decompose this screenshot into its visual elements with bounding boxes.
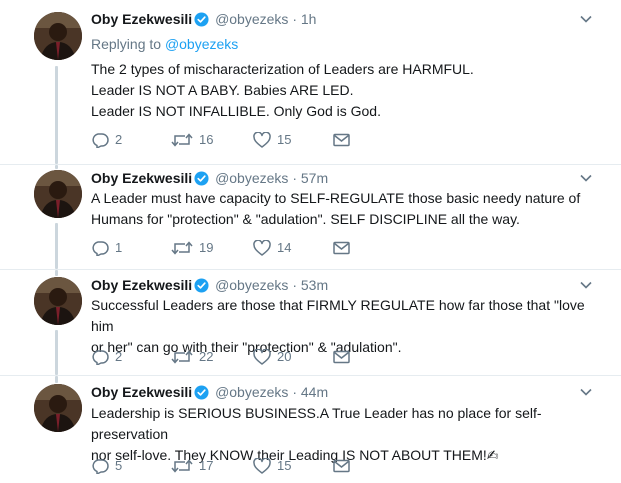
reply-count: 2: [115, 349, 123, 364]
author-name[interactable]: Oby Ezekwesili: [91, 277, 192, 293]
author-handle[interactable]: @obyezeks: [215, 384, 288, 400]
direct-message-button[interactable]: [333, 456, 350, 476]
tweet-text-line: The 2 types of mischaracterization of Le…: [91, 61, 474, 77]
reply-icon: [91, 240, 109, 256]
author-name[interactable]: Oby Ezekwesili: [91, 170, 192, 186]
tweet[interactable]: Oby Ezekwesili @obyezeks · 44m Leadershi…: [0, 376, 621, 483]
thread-connector: [55, 376, 58, 383]
tweet-text-line: Leader IS NOT INFALLIBLE. Only God is Go…: [91, 103, 381, 119]
tweet-text-line: Humans for "protection" & "adulation". S…: [91, 211, 520, 227]
verified-badge-icon: [194, 12, 209, 32]
timestamp[interactable]: 44m: [301, 384, 328, 400]
direct-message-button[interactable]: [333, 130, 350, 150]
retweet-count: 16: [199, 132, 214, 147]
tweet[interactable]: Oby Ezekwesili @obyezeks · 1h Replying t…: [0, 0, 621, 164]
retweet-button[interactable]: 22: [171, 347, 213, 367]
envelope-icon: [333, 241, 350, 255]
retweet-icon: [171, 349, 193, 365]
retweet-icon: [171, 458, 193, 474]
tweet-header: Oby Ezekwesili @obyezeks · 57m: [91, 168, 601, 188]
separator-dot: ·: [292, 277, 297, 293]
envelope-icon: [333, 133, 350, 147]
retweet-button[interactable]: 19: [171, 238, 213, 258]
verified-badge-icon: [194, 385, 209, 405]
retweet-count: 19: [199, 240, 214, 255]
retweet-icon: [171, 132, 193, 148]
like-button[interactable]: 15: [253, 130, 291, 150]
heart-icon: [253, 458, 271, 474]
retweet-count: 22: [199, 349, 214, 364]
avatar[interactable]: [34, 277, 82, 325]
tweet-text-line: Successful Leaders are those that FIRMLY…: [91, 297, 585, 334]
heart-icon: [253, 132, 271, 148]
like-count: 15: [277, 132, 292, 147]
chevron-down-icon[interactable]: [579, 385, 593, 399]
reply-button[interactable]: 5: [91, 456, 122, 476]
tweet-header: Oby Ezekwesili @obyezeks · 44m: [91, 382, 601, 402]
author-name[interactable]: Oby Ezekwesili: [91, 384, 192, 400]
chevron-down-icon[interactable]: [579, 171, 593, 185]
envelope-icon: [333, 350, 350, 364]
reply-count: 1: [115, 240, 123, 255]
author-handle[interactable]: @obyezeks: [215, 277, 288, 293]
like-count: 20: [277, 349, 292, 364]
like-button[interactable]: 14: [253, 238, 291, 258]
tweet[interactable]: Oby Ezekwesili @obyezeks · 53m Successfu…: [0, 270, 621, 375]
reply-icon: [91, 132, 109, 148]
chevron-down-icon[interactable]: [579, 278, 593, 292]
thread-connector: [55, 223, 58, 269]
heart-icon: [253, 349, 271, 365]
like-count: 14: [277, 240, 292, 255]
author-handle[interactable]: @obyezeks: [215, 11, 288, 27]
avatar[interactable]: [34, 12, 82, 60]
replying-to-handle-link[interactable]: @obyezeks: [165, 36, 238, 52]
direct-message-button[interactable]: [333, 238, 350, 258]
reply-icon: [91, 349, 109, 365]
like-button[interactable]: 20: [253, 347, 291, 367]
reply-button[interactable]: 2: [91, 347, 122, 367]
heart-icon: [253, 240, 271, 256]
thread-connector: [55, 66, 58, 164]
separator-dot: ·: [292, 170, 297, 186]
separator-dot: ·: [292, 384, 297, 400]
tweet-thread: Oby Ezekwesili @obyezeks · 1h Replying t…: [0, 0, 621, 483]
author-name[interactable]: Oby Ezekwesili: [91, 11, 192, 27]
tweet-header: Oby Ezekwesili @obyezeks · 53m: [91, 275, 601, 295]
tweet-text: A Leader must have capacity to SELF-REGU…: [91, 188, 601, 230]
tweet-text-line: Leadership is SERIOUS BUSINESS.A True Le…: [91, 405, 542, 442]
reply-button[interactable]: 2: [91, 130, 122, 150]
tweet[interactable]: Oby Ezekwesili @obyezeks · 57m A Leader …: [0, 165, 621, 269]
tweet-text-line: Leader IS NOT A BABY. Babies ARE LED.: [91, 82, 354, 98]
replying-to-label: Replying to: [91, 36, 162, 52]
chevron-down-icon[interactable]: [579, 12, 593, 26]
envelope-icon: [333, 459, 350, 473]
reply-count: 5: [115, 458, 123, 473]
retweet-count: 17: [199, 458, 214, 473]
thread-connector: [55, 270, 58, 276]
retweet-button[interactable]: 16: [171, 130, 213, 150]
avatar[interactable]: [34, 170, 82, 218]
separator-dot: ·: [292, 11, 297, 27]
reply-count: 2: [115, 132, 123, 147]
timestamp[interactable]: 1h: [301, 11, 317, 27]
like-count: 15: [277, 458, 292, 473]
retweet-button[interactable]: 17: [171, 456, 213, 476]
thread-connector: [55, 165, 58, 169]
tweet-text-line: A Leader must have capacity to SELF-REGU…: [91, 190, 581, 206]
timestamp[interactable]: 53m: [301, 277, 328, 293]
like-button[interactable]: 15: [253, 456, 291, 476]
replying-to: Replying to @obyezeks: [91, 34, 238, 54]
tweet-text: The 2 types of mischaracterization of Le…: [91, 59, 601, 122]
avatar[interactable]: [34, 384, 82, 432]
thread-connector: [55, 330, 58, 375]
reply-icon: [91, 458, 109, 474]
timestamp[interactable]: 57m: [301, 170, 328, 186]
author-handle[interactable]: @obyezeks: [215, 170, 288, 186]
tweet-header: Oby Ezekwesili @obyezeks · 1h: [91, 9, 601, 29]
retweet-icon: [171, 240, 193, 256]
direct-message-button[interactable]: [333, 347, 350, 367]
reply-button[interactable]: 1: [91, 238, 122, 258]
